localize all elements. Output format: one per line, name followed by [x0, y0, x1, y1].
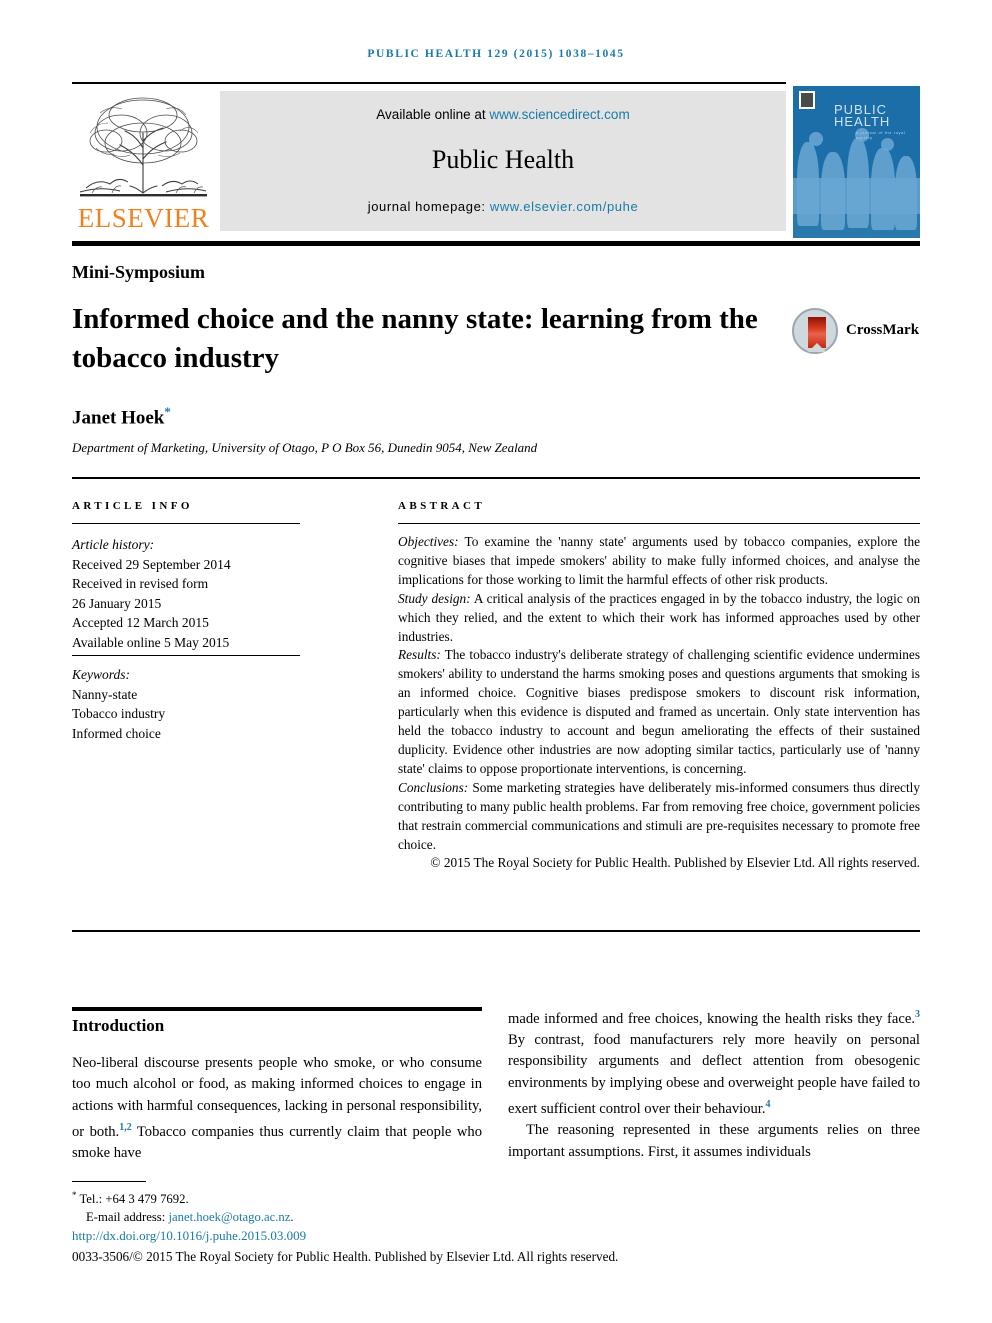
- article-history-label: Article history:: [72, 537, 155, 552]
- footnote-rule: [72, 1181, 146, 1182]
- homepage-prefix: journal homepage:: [367, 199, 490, 214]
- available-online-line: Available online at www.sciencedirect.co…: [220, 107, 786, 122]
- abstract-study-design-text: A critical analysis of the practices eng…: [398, 590, 920, 644]
- keywords-block: Keywords: Nanny-state Tobacco industry I…: [72, 665, 322, 743]
- journal-banner: Available online at www.sciencedirect.co…: [220, 91, 786, 231]
- article-info-heading: ARTICLE INFO: [72, 500, 193, 512]
- keyword-item: Informed choice: [72, 725, 161, 741]
- footnote-email-label: E-mail address:: [86, 1210, 169, 1225]
- article-history: Article history: Received 29 September 2…: [72, 535, 322, 652]
- abstract-objectives: Objectives: To examine the 'nanny state'…: [398, 533, 920, 590]
- cover-figures: [793, 128, 920, 238]
- cover-publisher-mark-inner: [801, 93, 813, 107]
- abstract-results: Results: The tobacco industry's delibera…: [398, 646, 920, 778]
- available-online-prefix: Available online at: [376, 107, 490, 122]
- body-text: made informed and free choices, knowing …: [508, 1010, 915, 1027]
- introduction-heading: Introduction: [72, 1016, 165, 1035]
- article-history-item: Received in revised form: [72, 576, 209, 591]
- page-title: Informed choice and the nanny state: lea…: [72, 303, 758, 374]
- abstract-body: Objectives: To examine the 'nanny state'…: [398, 533, 920, 873]
- journal-cover-image: PUBLIC HEALTH a journal of the royal soc…: [793, 86, 920, 238]
- abstract-block-bottom-rule: [72, 930, 920, 932]
- crossmark-badge[interactable]: CrossMark: [792, 308, 919, 354]
- abstract-objectives-label: Objectives:: [398, 534, 459, 549]
- citation-reference[interactable]: 1,2: [119, 1122, 132, 1133]
- author-name-text: Janet Hoek: [72, 407, 165, 429]
- footnote-email-period: .: [290, 1210, 294, 1225]
- footnote-email: E-mail address: janet.hoek@otago.ac.nz.: [72, 1208, 692, 1226]
- author-footnote-marker[interactable]: *: [164, 404, 171, 419]
- body-column-right: made informed and free choices, knowing …: [508, 1004, 920, 1163]
- citation-reference[interactable]: 3: [915, 1009, 920, 1020]
- issn-copyright-line: 0033-3506/© 2015 The Royal Society for P…: [72, 1249, 619, 1264]
- section-label: Mini-Symposium: [72, 262, 206, 282]
- article-history-item: Accepted 12 March 2015: [72, 615, 209, 630]
- abstract-conclusions-text: Some marketing strategies have deliberat…: [398, 779, 920, 852]
- abstract-objectives-text: To examine the 'nanny state' arguments u…: [398, 534, 920, 587]
- abstract-results-label: Results:: [398, 647, 441, 663]
- elsevier-logo: ELSEVIER: [72, 91, 215, 236]
- abstract-copyright: © 2015 The Royal Society for Public Heal…: [430, 855, 920, 871]
- footnote-tel: * Tel.: +64 3 479 7692.: [72, 1186, 692, 1208]
- abstract-heading: ABSTRACT: [398, 500, 486, 512]
- cover-title: PUBLIC HEALTH: [834, 103, 891, 129]
- article-history-item: Received 29 September 2014: [72, 556, 231, 572]
- cover-subtitle: a journal of the royal society: [856, 130, 906, 140]
- header-bottom-rule: [72, 241, 920, 246]
- doi-link[interactable]: http://dx.doi.org/10.1016/j.puhe.2015.03…: [72, 1228, 306, 1244]
- author-affiliation: Department of Marketing, University of O…: [72, 440, 538, 455]
- journal-header-band: ELSEVIER Available online at www.science…: [72, 91, 786, 236]
- header-top-rule: [72, 82, 786, 84]
- citation-reference[interactable]: 4: [765, 1099, 770, 1110]
- abstract-conclusions: Conclusions: Some marketing strategies h…: [398, 779, 920, 855]
- abstract-conclusions-label: Conclusions:: [398, 779, 469, 795]
- body-text: By contrast, food manufacturers rely mor…: [508, 1032, 920, 1117]
- elsevier-tree-icon: [76, 93, 211, 205]
- crossmark-label: CrossMark: [846, 322, 920, 338]
- abstract-block-top-rule: [72, 477, 920, 479]
- journal-homepage-line: journal homepage: www.elsevier.com/puhe: [220, 199, 786, 214]
- running-head: PUBLIC HEALTH 129 (2015) 1038–1045: [367, 48, 625, 60]
- body-paragraph: Neo-liberal discourse presents people wh…: [72, 1053, 482, 1164]
- article-history-item: Available online 5 May 2015: [72, 634, 230, 650]
- abstract-study-design: Study design: A critical analysis of the…: [398, 590, 920, 647]
- crossmark-circle-icon: [792, 308, 838, 354]
- abstract-study-design-label: Study design:: [398, 590, 471, 606]
- keyword-item: Nanny-state: [72, 686, 138, 702]
- elsevier-wordmark: ELSEVIER: [77, 203, 210, 233]
- sciencedirect-link[interactable]: www.sciencedirect.com: [489, 107, 629, 122]
- footnote-block: * Tel.: +64 3 479 7692. E-mail address: …: [72, 1186, 692, 1226]
- keyword-item: Tobacco industry: [72, 706, 166, 721]
- article-history-item: 26 January 2015: [72, 595, 162, 611]
- journal-article-page: PUBLIC HEALTH 129 (2015) 1038–1045 ELSEV…: [0, 0, 992, 1323]
- journal-homepage-link[interactable]: www.elsevier.com/puhe: [490, 199, 638, 214]
- body-column-left: Neo-liberal discourse presents people wh…: [72, 1053, 482, 1164]
- keywords-label: Keywords:: [72, 667, 130, 682]
- author-email-link[interactable]: janet.hoek@otago.ac.nz: [168, 1210, 290, 1224]
- body-paragraph: made informed and free choices, knowing …: [508, 1004, 920, 1120]
- journal-title: Public Health: [431, 145, 575, 174]
- article-info-rule-2: [72, 655, 300, 656]
- abstract-rule: [398, 523, 920, 524]
- author-name: Janet Hoek*: [72, 404, 171, 429]
- footnote-tel-text: Tel.: +64 3 479 7692.: [76, 1192, 189, 1207]
- cover-title-line2: HEALTH: [834, 114, 891, 129]
- abstract-results-text: The tobacco industry's deliberate strate…: [398, 647, 920, 776]
- crossmark-notch-icon: [808, 343, 826, 352]
- article-info-rule: [72, 523, 300, 524]
- body-text: Tobacco companies thus currently claim t…: [72, 1123, 482, 1162]
- body-paragraph: The reasoning represented in these argum…: [508, 1122, 920, 1160]
- introduction-rule: [72, 1007, 482, 1011]
